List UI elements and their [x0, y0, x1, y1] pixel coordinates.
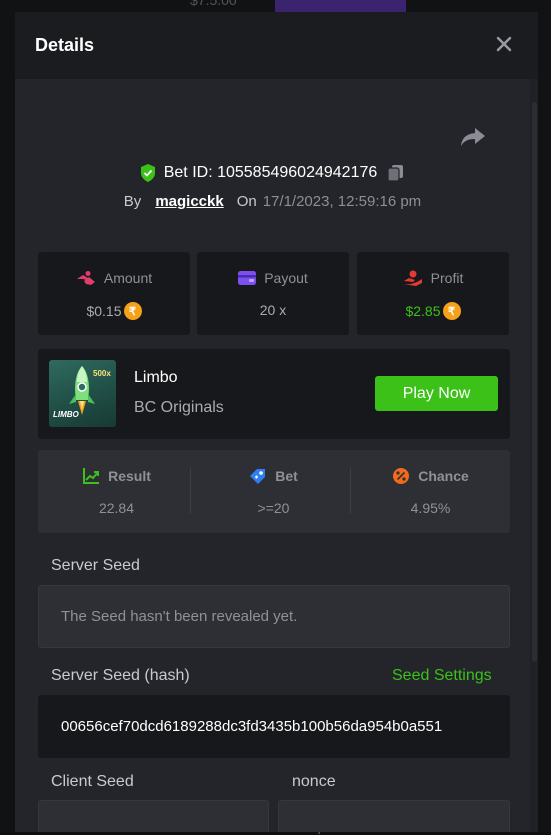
wallet-icon	[238, 271, 257, 285]
thumbnail-badge: 500x	[93, 369, 111, 378]
payout-card: Payout 20 x	[197, 252, 349, 335]
client-seed-label: Client Seed	[51, 773, 134, 790]
payout-label: Payout	[264, 270, 308, 286]
server-seed-field[interactable]: The Seed hasn't been revealed yet.	[38, 585, 510, 648]
scrollbar-thumb[interactable]	[532, 102, 537, 662]
nonce-label: nonce	[292, 773, 336, 790]
game-thumbnail[interactable]: 500x LIMBO	[49, 360, 116, 427]
bet-column: Bet >=20	[195, 450, 352, 533]
result-header: Result	[38, 467, 195, 485]
chance-header: Chance	[352, 467, 509, 485]
chance-label: Chance	[418, 468, 469, 484]
details-modal: Details Bet ID: 105585496024942176 By ma…	[15, 12, 538, 832]
nonce-field[interactable]	[278, 800, 510, 832]
payout-value-row: 20 x	[197, 302, 349, 318]
result-value: 22.84	[98, 500, 135, 516]
thumbnail-logo: LIMBO	[53, 410, 79, 419]
copy-icon[interactable]	[387, 164, 405, 182]
profit-value-row: $2.85 ₹	[357, 302, 509, 320]
chance-column: Chance 4.95%	[352, 450, 509, 533]
bet-label: Bet	[275, 468, 298, 484]
result-label: Result	[108, 468, 151, 484]
client-seed-field[interactable]	[38, 800, 269, 832]
server-seed-hash-value: 00656cef70dcd6189288dc3fd3435b100b56da95…	[61, 718, 443, 735]
on-label: On	[236, 192, 257, 210]
modal-title: Details	[35, 35, 95, 55]
username-link[interactable]: magicckk	[155, 193, 223, 210]
profit-label: Profit	[430, 270, 464, 286]
shield-check-icon	[140, 164, 155, 182]
amount-value-row: $0.15 ₹	[38, 302, 190, 320]
payout-header: Payout	[197, 270, 349, 286]
bet-id: Bet ID: 105585496024942176	[163, 164, 378, 181]
column-divider	[190, 468, 191, 514]
coin-icon: ₹	[123, 302, 142, 320]
chance-value: 4.95%	[410, 500, 451, 516]
profit-hand-icon	[403, 270, 422, 286]
chart-icon	[83, 468, 100, 484]
bet-author-row: By magicckk On 17/1/2023, 12:59:16 pm	[15, 190, 530, 212]
server-seed-value: The Seed hasn't been revealed yet.	[61, 608, 298, 625]
server-seed-hash-field[interactable]: 00656cef70dcd6189288dc3fd3435b100b56da95…	[38, 695, 510, 758]
amount-card: Amount $0.15 ₹	[38, 252, 190, 335]
bet-id-row: Bet ID: 105585496024942176	[15, 161, 530, 185]
server-seed-hash-label: Server Seed (hash)	[51, 667, 190, 684]
bet-header: Bet	[195, 467, 352, 485]
profit-header: Profit	[357, 270, 509, 286]
share-icon[interactable]	[460, 126, 486, 148]
game-card: 500x LIMBO Limbo BC Originals Play Now	[38, 349, 510, 439]
column-divider	[350, 468, 351, 514]
payout-value: 20 x	[259, 302, 287, 318]
play-now-button[interactable]: Play Now	[375, 376, 498, 411]
bet-value: >=20	[257, 500, 290, 516]
amount-hands-icon	[76, 271, 95, 285]
coin-icon: ₹	[442, 302, 461, 320]
percent-icon	[393, 468, 410, 484]
amount-header: Amount	[38, 270, 190, 286]
game-provider: BC Originals	[134, 399, 224, 416]
result-column: Result 22.84	[38, 450, 195, 533]
game-name[interactable]: Limbo	[134, 369, 178, 387]
background-top-bar	[275, 0, 406, 12]
seed-settings-link[interactable]: Seed Settings	[392, 667, 492, 685]
amount-value: $0.15	[86, 303, 122, 319]
close-icon[interactable]	[494, 34, 514, 54]
background-top-text: $7.5.00	[190, 0, 237, 8]
server-seed-label: Server Seed	[51, 557, 140, 574]
modal-header: Details	[15, 12, 538, 79]
profit-value: $2.85	[405, 303, 441, 319]
amount-label: Amount	[103, 270, 153, 286]
profit-card: Profit $2.85 ₹	[357, 252, 509, 335]
result-card: Result 22.84 Bet >=20 Chance 4.95%	[38, 450, 510, 533]
tag-icon	[250, 469, 266, 484]
by-label: By	[123, 192, 142, 210]
bet-date: 17/1/2023, 12:59:16 pm	[262, 192, 422, 210]
